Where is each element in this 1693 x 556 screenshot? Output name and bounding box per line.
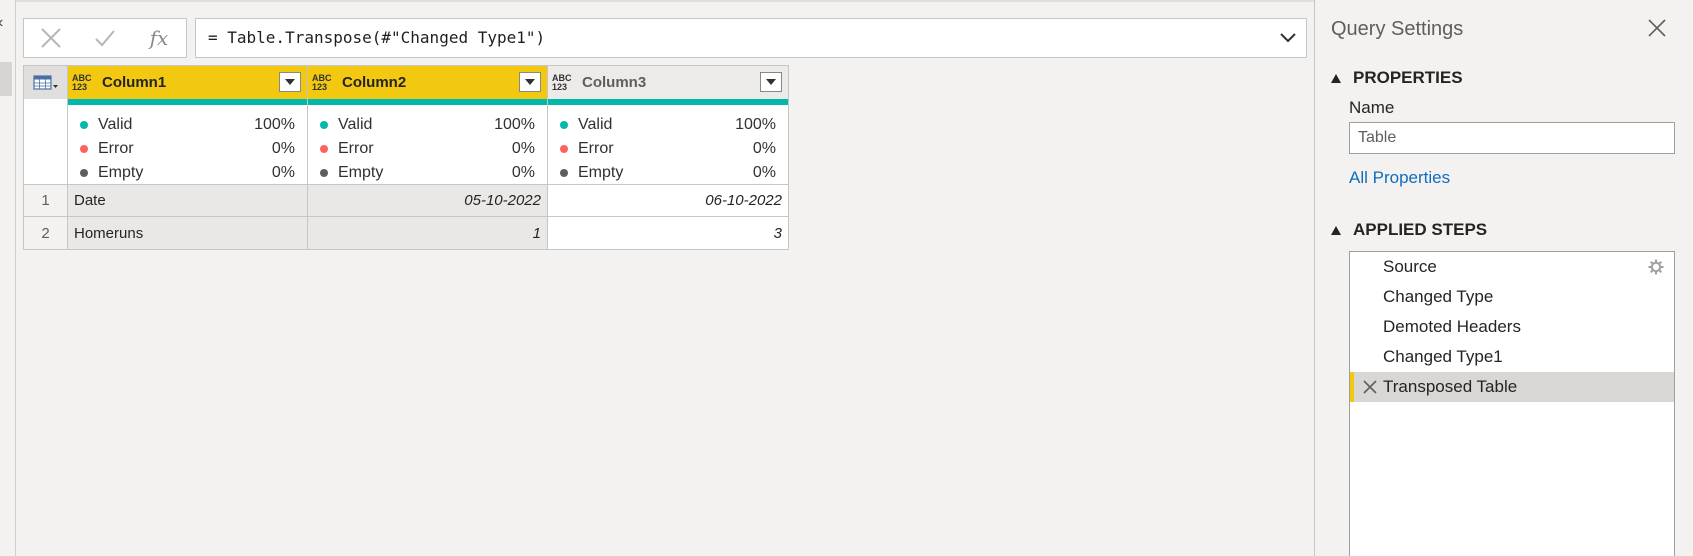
table-row[interactable]: 1 Date 05-10-2022 06-10-2022 — [24, 185, 788, 217]
close-icon — [1648, 19, 1666, 37]
insert-function-button[interactable]: fx — [132, 19, 186, 57]
column-quality-1: Valid 100% Error 0% Empty 0% — [68, 105, 308, 184]
table-menu-button[interactable] — [24, 66, 68, 99]
step-demoted-headers[interactable]: Demoted Headers — [1350, 312, 1674, 342]
applied-steps-list: Source Changed Type Demoted Headers Chan… — [1349, 251, 1675, 556]
expand-formula-button[interactable] — [1276, 19, 1300, 57]
close-panel-button[interactable] — [1647, 18, 1669, 40]
fx-label: fx — [149, 26, 169, 50]
error-dot-icon — [320, 145, 328, 153]
formula-buttons: fx — [23, 18, 187, 58]
column-name: Column3 — [582, 74, 647, 91]
step-changed-type1[interactable]: Changed Type1 — [1350, 342, 1674, 372]
table-icon — [32, 74, 58, 90]
valid-dot-icon — [560, 121, 568, 129]
table-cell[interactable]: Homeruns — [68, 217, 308, 249]
step-changed-type[interactable]: Changed Type — [1350, 282, 1674, 312]
table-row[interactable]: 2 Homeruns 1 3 — [24, 217, 788, 249]
any-type-icon[interactable]: ABC 123 — [552, 73, 578, 92]
column-quality-3: Valid 100% Error 0% Empty 0% — [548, 105, 788, 184]
collapse-triangle-icon — [1331, 73, 1341, 83]
any-type-icon[interactable]: ABC 123 — [312, 73, 338, 92]
gear-icon[interactable] — [1648, 259, 1664, 275]
table-cell[interactable]: 3 — [548, 217, 788, 249]
any-type-icon[interactable]: ABC 123 — [72, 73, 98, 92]
close-icon — [41, 28, 61, 48]
column-quality-2: Valid 100% Error 0% Empty 0% — [308, 105, 548, 184]
column-filter-button[interactable] — [279, 72, 301, 92]
empty-dot-icon — [560, 169, 568, 177]
commit-formula-button[interactable] — [78, 19, 132, 57]
table-cell[interactable]: 05-10-2022 — [308, 185, 548, 216]
column-header-1[interactable]: ABC 123 Column1 — [68, 66, 308, 99]
empty-dot-icon — [320, 169, 328, 177]
chevron-left-icon[interactable]: ‹ — [0, 14, 3, 32]
top-divider — [16, 0, 1314, 2]
chevron-down-icon — [285, 79, 295, 85]
table-cell[interactable]: 1 — [308, 217, 548, 249]
chevron-down-icon — [525, 79, 535, 85]
collapse-triangle-icon — [1331, 225, 1341, 235]
row-number[interactable]: 1 — [24, 185, 68, 216]
step-source[interactable]: Source — [1350, 252, 1674, 282]
properties-section-header[interactable]: PROPERTIES — [1331, 68, 1463, 88]
empty-dot-icon — [80, 169, 88, 177]
valid-dot-icon — [80, 121, 88, 129]
formula-text: = Table.Transpose(#"Changed Type1") — [208, 28, 546, 47]
error-dot-icon — [80, 145, 88, 153]
table-cell[interactable]: 06-10-2022 — [548, 185, 788, 216]
row-number[interactable]: 2 — [24, 217, 68, 249]
chevron-down-icon — [766, 79, 776, 85]
applied-steps-section-header[interactable]: APPLIED STEPS — [1331, 220, 1487, 240]
column-header-3[interactable]: ABC 123 Column3 — [548, 66, 788, 99]
delete-step-icon[interactable] — [1363, 380, 1377, 394]
check-icon — [95, 30, 115, 47]
queries-pane-selection[interactable] — [0, 62, 12, 96]
column-name: Column1 — [102, 74, 167, 91]
valid-dot-icon — [320, 121, 328, 129]
column-name: Column2 — [342, 74, 407, 91]
formula-input[interactable]: = Table.Transpose(#"Changed Type1") — [195, 18, 1307, 58]
query-settings-panel: Query Settings PROPERTIES Name Table All… — [1314, 0, 1693, 556]
name-label: Name — [1349, 98, 1395, 117]
cancel-formula-button[interactable] — [24, 19, 78, 57]
error-dot-icon — [560, 145, 568, 153]
column-header-2[interactable]: ABC 123 Column2 — [308, 66, 548, 99]
column-filter-button[interactable] — [760, 72, 782, 92]
query-name-input[interactable]: Table — [1349, 122, 1675, 154]
panel-title: Query Settings — [1331, 18, 1464, 40]
all-properties-link[interactable]: All Properties — [1349, 168, 1450, 188]
table-cell[interactable]: Date — [68, 185, 308, 216]
column-quality-row: Valid 100% Error 0% Empty 0% Valid 100% Erro… — [24, 105, 788, 185]
data-grid: ABC 123 Column1 ABC 123 Column2 ABC 123 Col… — [23, 65, 789, 250]
column-filter-button[interactable] — [519, 72, 541, 92]
left-collapse-strip: ‹ — [0, 0, 16, 556]
header-row: ABC 123 Column1 ABC 123 Column2 ABC 123 Col… — [24, 66, 788, 99]
step-transposed-table[interactable]: Transposed Table — [1350, 372, 1674, 402]
chevron-down-icon — [1280, 33, 1296, 43]
